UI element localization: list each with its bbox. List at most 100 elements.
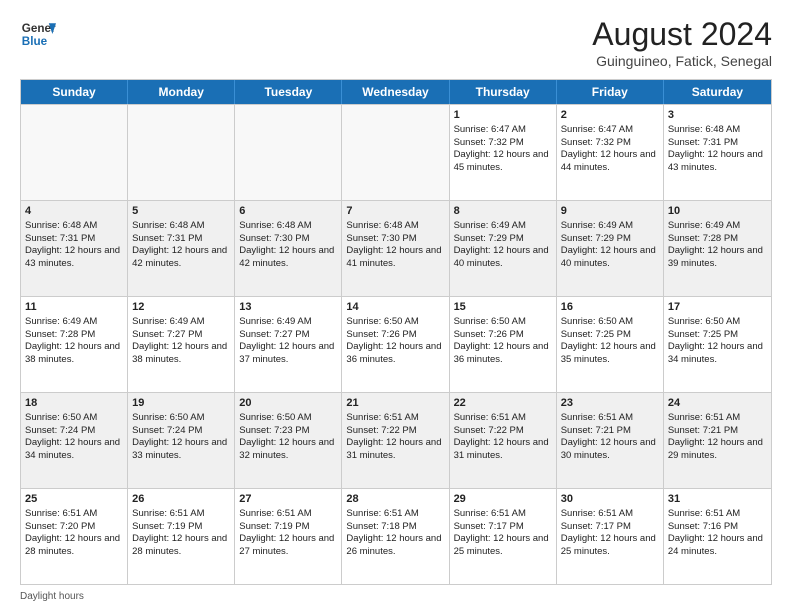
day-number: 15 (454, 300, 552, 315)
calendar-cell: 29Sunrise: 6:51 AMSunset: 7:17 PMDayligh… (450, 489, 557, 584)
sunrise-text: Sunrise: 6:51 AM (668, 508, 740, 519)
sunrise-text: Sunrise: 6:50 AM (561, 316, 633, 327)
daylight-text: Daylight: 12 hours and 36 minutes. (346, 341, 441, 365)
sunrise-text: Sunrise: 6:50 AM (25, 412, 97, 423)
daylight-text: Daylight: 12 hours and 44 minutes. (561, 149, 656, 173)
sunset-text: Sunset: 7:16 PM (668, 521, 738, 532)
day-number: 7 (346, 204, 444, 219)
calendar-cell: 6Sunrise: 6:48 AMSunset: 7:30 PMDaylight… (235, 201, 342, 296)
calendar-cell: 17Sunrise: 6:50 AMSunset: 7:25 PMDayligh… (664, 297, 771, 392)
sunrise-text: Sunrise: 6:51 AM (454, 412, 526, 423)
calendar-week-1: 1Sunrise: 6:47 AMSunset: 7:32 PMDaylight… (21, 104, 771, 200)
sunrise-text: Sunrise: 6:48 AM (239, 220, 311, 231)
calendar-cell: 1Sunrise: 6:47 AM Sunset: 7:32 PMDaylight… (450, 105, 557, 200)
calendar-week-3: 11Sunrise: 6:49 AMSunset: 7:28 PMDayligh… (21, 296, 771, 392)
day-number: 23 (561, 396, 659, 411)
daylight-text: Daylight: 12 hours and 26 minutes. (346, 533, 441, 557)
day-number: 30 (561, 492, 659, 507)
calendar-cell: 5Sunrise: 6:48 AMSunset: 7:31 PMDaylight… (128, 201, 235, 296)
calendar-cell: 31Sunrise: 6:51 AMSunset: 7:16 PMDayligh… (664, 489, 771, 584)
sunrise-text: Sunrise: 6:47 AM (561, 124, 633, 135)
day-number: 28 (346, 492, 444, 507)
daylight-text: Daylight: 12 hours and 38 minutes. (25, 341, 120, 365)
daylight-text: Daylight: 12 hours and 31 minutes. (454, 437, 549, 461)
sunrise-text: Sunrise: 6:51 AM (561, 508, 633, 519)
day-number: 11 (25, 300, 123, 315)
day-number: 14 (346, 300, 444, 315)
calendar-header-thursday: Thursday (450, 80, 557, 104)
sunset-text: Sunset: 7:24 PM (132, 425, 202, 436)
calendar-cell: 4Sunrise: 6:48 AMSunset: 7:31 PMDaylight… (21, 201, 128, 296)
sunset-text: Sunset: 7:30 PM (239, 233, 309, 244)
sunset-text: Sunset: 7:22 PM (346, 425, 416, 436)
sunset-text: Sunset: 7:21 PM (561, 425, 631, 436)
daylight-text: Daylight: 12 hours and 39 minutes. (668, 245, 763, 269)
page: General Blue August 2024 Guinguineo, Fat… (0, 0, 792, 612)
daylight-text: Daylight: 12 hours and 25 minutes. (561, 533, 656, 557)
calendar-header-tuesday: Tuesday (235, 80, 342, 104)
sunset-text: Sunset: 7:27 PM (239, 329, 309, 340)
sunrise-text: Sunrise: 6:49 AM (668, 220, 740, 231)
sunset-text: Sunset: 7:25 PM (668, 329, 738, 340)
calendar-week-2: 4Sunrise: 6:48 AMSunset: 7:31 PMDaylight… (21, 200, 771, 296)
calendar-cell: 9Sunrise: 6:49 AMSunset: 7:29 PMDaylight… (557, 201, 664, 296)
daylight-text: Daylight: 12 hours and 40 minutes. (454, 245, 549, 269)
logo: General Blue (20, 16, 56, 52)
daylight-text: Daylight: 12 hours and 28 minutes. (25, 533, 120, 557)
day-number: 2 (561, 108, 659, 123)
sunrise-text: Sunrise: 6:48 AM (346, 220, 418, 231)
daylight-text: Daylight: 12 hours and 32 minutes. (239, 437, 334, 461)
calendar-week-4: 18Sunrise: 6:50 AMSunset: 7:24 PMDayligh… (21, 392, 771, 488)
sunrise-text: Sunrise: 6:48 AM (25, 220, 97, 231)
day-number: 8 (454, 204, 552, 219)
daylight-text: Daylight: 12 hours and 45 minutes. (454, 149, 549, 173)
daylight-text: Daylight: 12 hours and 30 minutes. (561, 437, 656, 461)
daylight-text: Daylight: 12 hours and 37 minutes. (239, 341, 334, 365)
calendar-cell: 15Sunrise: 6:50 AMSunset: 7:26 PMDayligh… (450, 297, 557, 392)
sunset-text: Sunset: 7:31 PM (25, 233, 95, 244)
day-number: 9 (561, 204, 659, 219)
calendar-cell: 18Sunrise: 6:50 AMSunset: 7:24 PMDayligh… (21, 393, 128, 488)
sunset-text: Sunset: 7:26 PM (346, 329, 416, 340)
sunrise-text: Sunrise: 6:50 AM (239, 412, 311, 423)
daylight-text: Daylight: 12 hours and 27 minutes. (239, 533, 334, 557)
day-number: 22 (454, 396, 552, 411)
sunset-text: Sunset: 7:20 PM (25, 521, 95, 532)
day-number: 31 (668, 492, 767, 507)
day-number: 21 (346, 396, 444, 411)
day-number: 27 (239, 492, 337, 507)
calendar-cell: 14Sunrise: 6:50 AMSunset: 7:26 PMDayligh… (342, 297, 449, 392)
calendar-cell (128, 105, 235, 200)
sunset-text: Sunset: 7:17 PM (454, 521, 524, 532)
daylight-text: Daylight: 12 hours and 42 minutes. (132, 245, 227, 269)
sunset-text: Sunset: 7:19 PM (132, 521, 202, 532)
month-title: August 2024 (592, 16, 772, 53)
svg-text:Blue: Blue (22, 35, 48, 48)
calendar-cell: 30Sunrise: 6:51 AMSunset: 7:17 PMDayligh… (557, 489, 664, 584)
daylight-text: Daylight: 12 hours and 43 minutes. (668, 149, 763, 173)
calendar-cell: 22Sunrise: 6:51 AM Sunset: 7:22 PMDayligh… (450, 393, 557, 488)
sunset-text: Sunset: 7:22 PM (454, 425, 524, 436)
calendar-cell: 8Sunrise: 6:49 AMSunset: 7:29 PMDaylight… (450, 201, 557, 296)
day-number: 1 (454, 108, 552, 123)
daylight-text: Daylight: 12 hours and 29 minutes. (668, 437, 763, 461)
daylight-text: Daylight: 12 hours and 31 minutes. (346, 437, 441, 461)
sunrise-text: Sunrise: 6:48 AM (132, 220, 204, 231)
sunrise-text: Sunrise: 6:51 AM (239, 508, 311, 519)
day-number: 13 (239, 300, 337, 315)
calendar-body: 1Sunrise: 6:47 AMSunset: 7:32 PMDaylight… (21, 104, 771, 584)
sunrise-text: Sunrise: 6:51 AM (25, 508, 97, 519)
sunrise-text: Sunrise: 6:49 AM (132, 316, 204, 327)
day-number: 18 (25, 396, 123, 411)
daylight-text: Daylight: 12 hours and 43 minutes. (25, 245, 120, 269)
sunrise-text: Sunrise: 6:48 AM (668, 124, 740, 135)
sunrise-text: Sunrise: 6:47 AM (454, 124, 526, 135)
location-subtitle: Guinguineo, Fatick, Senegal (592, 53, 772, 69)
daylight-label: Daylight hours (20, 591, 84, 602)
calendar-cell: 21Sunrise: 6:51 AM Sunset: 7:22 PMDayligh… (342, 393, 449, 488)
daylight-text: Daylight: 12 hours and 42 minutes. (239, 245, 334, 269)
calendar-cell: 27Sunrise: 6:51 AMSunset: 7:19 PMDayligh… (235, 489, 342, 584)
calendar-header-row: SundayMondayTuesdayWednesdayThursdayFrid… (21, 80, 771, 104)
sunrise-text: Sunrise: 6:51 AM (346, 412, 418, 423)
sunset-text: Sunset: 7:32 PM (454, 137, 524, 148)
